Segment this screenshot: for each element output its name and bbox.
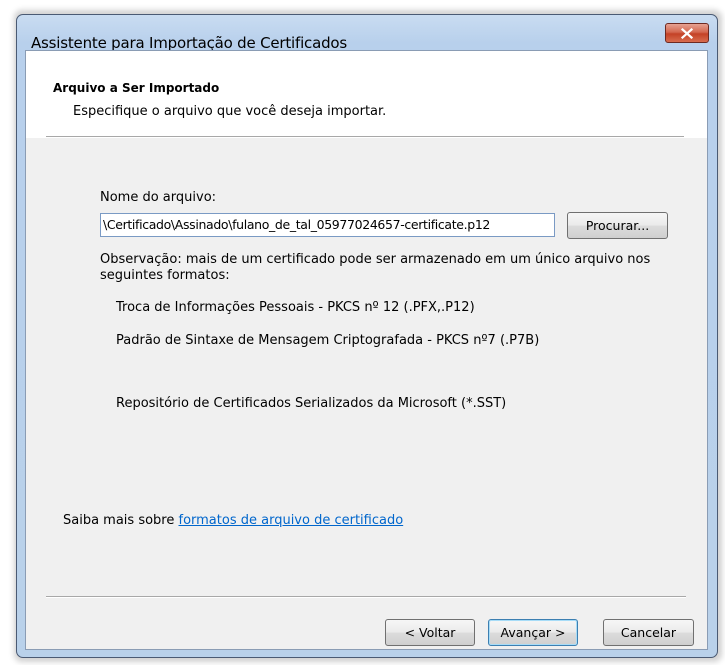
close-icon <box>681 27 693 39</box>
wizard-content: Arquivo a Ser Importado Especifique o ar… <box>25 50 708 650</box>
file-name-label: Nome do arquivo: <box>100 190 217 205</box>
wizard-header: Arquivo a Ser Importado Especifique o ar… <box>26 51 707 138</box>
note-line-1: Observação: mais de um certificado pode … <box>100 252 651 267</box>
footer-divider <box>46 596 686 598</box>
close-button[interactable] <box>665 23 709 43</box>
format-item-sst: Repositório de Certificados Serializados… <box>116 396 507 411</box>
certificate-formats-link[interactable]: formatos de arquivo de certificado <box>179 513 404 528</box>
title-bar[interactable]: Assistente para Importação de Certificad… <box>17 15 717 52</box>
note-line-2: seguintes formatos: <box>100 268 230 283</box>
learn-more-text: Saiba mais sobre formatos de arquivo de … <box>63 513 403 528</box>
learn-more-prefix: Saiba mais sobre <box>63 513 179 528</box>
format-item-pkcs12: Troca de Informações Pessoais - PKCS nº … <box>116 300 475 315</box>
page-title: Arquivo a Ser Importado <box>53 81 220 95</box>
page-subtitle: Especifique o arquivo que você deseja im… <box>73 104 387 119</box>
wizard-window: Assistente para Importação de Certificad… <box>16 14 718 658</box>
format-item-pkcs7: Padrão de Sintaxe de Mensagem Criptograf… <box>116 333 540 348</box>
back-button[interactable]: < Voltar <box>385 619 475 646</box>
browse-button[interactable]: Procurar... <box>567 212 668 239</box>
next-button[interactable]: Avançar > <box>488 619 578 646</box>
cancel-button[interactable]: Cancelar <box>603 619 694 646</box>
header-divider <box>46 136 684 137</box>
file-name-input[interactable]: \Certificado\Assinado\fulano_de_tal_0597… <box>100 213 555 237</box>
